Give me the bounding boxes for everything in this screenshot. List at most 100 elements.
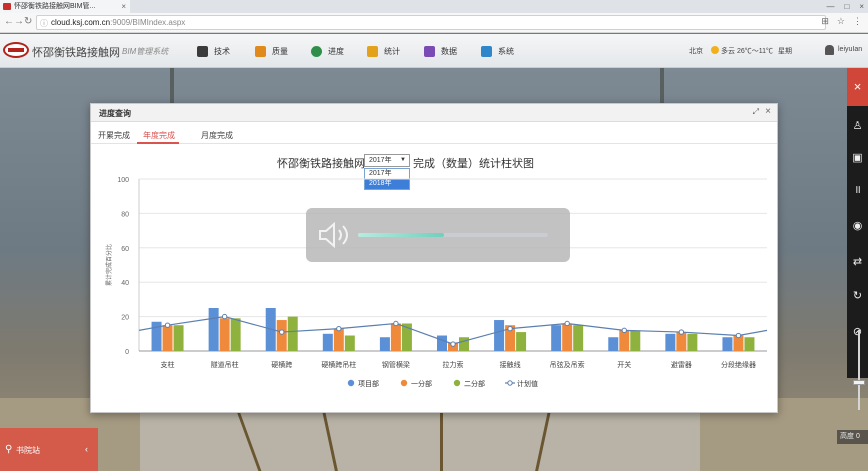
- bar-二分部: [344, 335, 355, 351]
- menu-item-quality[interactable]: 质量: [255, 34, 288, 68]
- plan-point: [621, 327, 627, 334]
- bar-二分部: [287, 316, 298, 351]
- x-tick-label: 避雷器: [671, 360, 692, 369]
- plan-point: [735, 332, 742, 339]
- menu-item-stats[interactable]: 统计: [367, 34, 400, 68]
- platform: [140, 413, 700, 471]
- progress-icon: [311, 45, 322, 57]
- bar-二分部: [173, 325, 184, 351]
- bar-项目部: [437, 335, 447, 351]
- info-icon[interactable]: ⓘ: [40, 17, 48, 30]
- bar-项目部: [551, 325, 562, 351]
- reload-icon[interactable]: ↻: [24, 16, 32, 27]
- plan-point: [336, 325, 342, 332]
- url-input[interactable]: ⓘ cloud.ksj.com.cn:9009/BIMIndex.aspx: [36, 15, 826, 30]
- bar-二分部: [630, 330, 641, 351]
- x-tick-label: 硬横跨吊柱: [321, 360, 356, 369]
- pause-icon[interactable]: ॥: [851, 184, 864, 197]
- x-tick-label: 支柱: [161, 360, 175, 369]
- legend-swatch-一分部: [400, 379, 408, 387]
- url-host: cloud.ksj.com.cn: [51, 18, 111, 27]
- back-icon[interactable]: ←: [4, 16, 14, 27]
- menu-label: 技术: [214, 46, 230, 56]
- menu-icon[interactable]: ⋮: [853, 16, 862, 27]
- x-tick-label: 分段绝缘器: [721, 360, 756, 369]
- user-name[interactable]: leiyuIan: [838, 46, 862, 53]
- app-title: 怀邵衡铁路接触网: [32, 47, 120, 59]
- y-tick-label: 0: [125, 349, 129, 356]
- plan-point: [279, 329, 285, 335]
- tools-icon: [197, 45, 208, 57]
- menu-item-system[interactable]: 系统: [481, 34, 514, 68]
- rotate-icon[interactable]: ↻: [851, 290, 864, 303]
- bar-项目部: [494, 320, 505, 351]
- legend-swatch-二分部: [453, 379, 461, 387]
- bar-项目部: [608, 337, 619, 351]
- volume-overlay: [306, 208, 570, 262]
- zoom-slider-handle[interactable]: [853, 380, 865, 385]
- window-controls: — □ ×: [826, 0, 864, 13]
- bar-二分部: [573, 325, 584, 351]
- stats-icon: [367, 45, 378, 57]
- bar-一分部: [333, 328, 344, 351]
- bar-一分部: [162, 325, 173, 351]
- browser-tab-bar: 怀邵衡铁路接触网BIM管... × — □ ×: [0, 0, 868, 13]
- bar-项目部: [208, 308, 219, 351]
- logo-icon: [3, 42, 29, 58]
- minimize-icon[interactable]: —: [826, 0, 834, 13]
- close-panel-icon[interactable]: ×: [847, 68, 868, 106]
- zoom-label: 高度 0: [837, 430, 868, 444]
- x-tick-label: 隧道吊柱: [211, 360, 239, 369]
- translate-icon[interactable]: ⊞: [821, 16, 829, 27]
- camera-icon[interactable]: ◉: [851, 220, 864, 233]
- plan-point: [564, 320, 570, 327]
- menu-label: 数据: [441, 46, 457, 56]
- legend-swatch-计划值: [507, 380, 513, 386]
- legend-label: 项目部: [358, 379, 379, 388]
- plan-point: [221, 313, 228, 320]
- url-path: :9009/BIMIndex.aspx: [110, 18, 186, 27]
- chevron-left-icon[interactable]: ‹: [85, 444, 88, 454]
- legend-swatch-项目部: [347, 379, 355, 387]
- menu-label: 统计: [384, 46, 400, 56]
- bar-一分部: [619, 330, 630, 351]
- weather-text: 多云 26℃～11℃: [721, 48, 773, 55]
- weather-icon: [711, 46, 719, 54]
- quality-icon: [255, 45, 266, 57]
- browser-tab[interactable]: 怀邵衡铁路接触网BIM管... ×: [0, 0, 130, 13]
- forward-icon[interactable]: →: [14, 16, 24, 27]
- bar-二分部: [687, 333, 698, 351]
- pedestrian-icon[interactable]: ♙: [851, 120, 864, 133]
- bar-二分部: [230, 318, 241, 351]
- maximize-icon[interactable]: □: [844, 0, 849, 13]
- bar-一分部: [276, 320, 287, 351]
- plan-point: [393, 320, 399, 327]
- bar-项目部: [722, 337, 733, 351]
- menu-item-data[interactable]: 数据: [424, 34, 457, 68]
- station-button[interactable]: ⚲ 书院站 ‹: [0, 428, 98, 471]
- location-text: 北京: [689, 48, 703, 55]
- tab-title: 怀邵衡铁路接触网BIM管...: [14, 3, 96, 10]
- menu-label: 质量: [272, 46, 288, 56]
- x-tick-label: 接触线: [500, 360, 521, 369]
- toolbar-icons: ⊞ ☆ ⋮: [821, 16, 862, 27]
- swap-icon[interactable]: ⇄: [851, 256, 864, 269]
- weekday-text: 星期: [778, 48, 792, 55]
- y-tick-label: 20: [121, 315, 129, 322]
- plan-point: [678, 329, 685, 335]
- vehicle-icon[interactable]: ▣: [851, 152, 864, 165]
- bar-一分部: [676, 332, 687, 351]
- bar-一分部: [562, 323, 573, 351]
- legend-label: 一分部: [411, 379, 432, 388]
- close-window-icon[interactable]: ×: [859, 0, 864, 13]
- bar-项目部: [665, 333, 676, 351]
- system-icon: [481, 45, 492, 57]
- zoom-slider-track[interactable]: [858, 330, 860, 410]
- app-header: 怀邵衡铁路接触网 BIM管理系统 技术 质量 进度 统计 数据 系统 北京 多云…: [0, 34, 868, 68]
- close-tab-icon[interactable]: ×: [121, 0, 126, 13]
- menu-item-progress[interactable]: 进度: [311, 34, 344, 68]
- station-label: 书院站: [16, 446, 40, 455]
- star-icon[interactable]: ☆: [837, 16, 845, 27]
- user-icon[interactable]: [825, 45, 834, 55]
- menu-item-tech[interactable]: 技术: [197, 34, 230, 68]
